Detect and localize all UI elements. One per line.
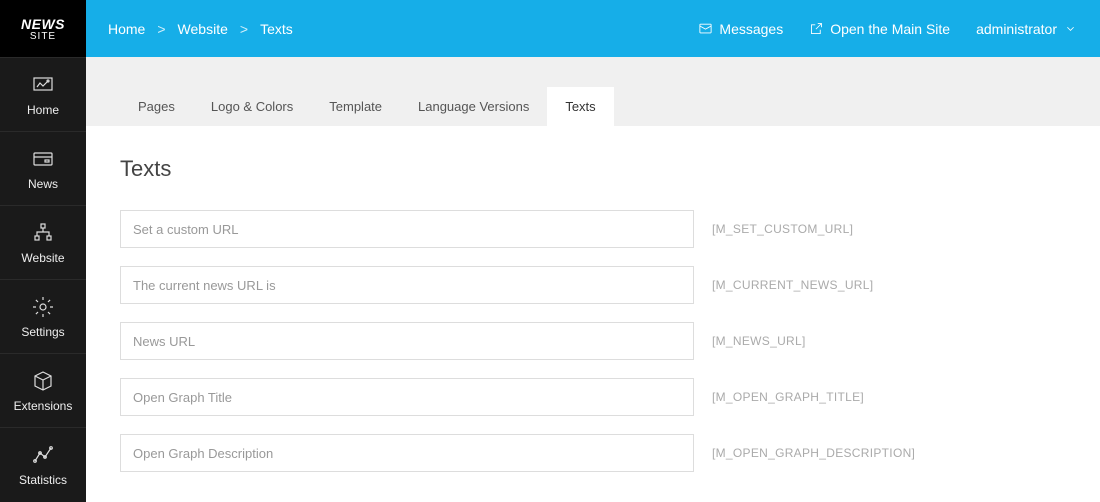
text-input-open-graph-description[interactable]: [120, 434, 694, 472]
breadcrumb-sep: >: [157, 21, 165, 37]
breadcrumb-texts[interactable]: Texts: [260, 21, 293, 37]
text-row: [M_SET_CUSTOM_URL]: [120, 210, 1066, 248]
text-hint: [M_NEWS_URL]: [712, 334, 806, 348]
sidebar-item-label: Settings: [21, 325, 64, 339]
sidebar-item-statistics[interactable]: Statistics: [0, 427, 86, 501]
user-menu[interactable]: administrator: [976, 21, 1078, 37]
text-row: [M_NEWS_URL]: [120, 322, 1066, 360]
logo-line1: NEWS: [21, 16, 65, 32]
text-hint: [M_OPEN_GRAPH_TITLE]: [712, 390, 864, 404]
sidebar-item-settings[interactable]: Settings: [0, 279, 86, 353]
texts-panel: Texts [M_SET_CUSTOM_URL] [M_CURRENT_NEWS…: [86, 126, 1100, 502]
text-row: [M_CURRENT_NEWS_URL]: [120, 266, 1066, 304]
breadcrumb-sep: >: [240, 21, 248, 37]
messages-label: Messages: [719, 21, 783, 37]
home-dashboard-icon: [31, 73, 55, 97]
text-row: [M_OPEN_GRAPH_DESCRIPTION]: [120, 434, 1066, 472]
sidebar-item-home[interactable]: Home: [0, 57, 86, 131]
sidebar-item-label: News: [28, 177, 58, 191]
tab-pages[interactable]: Pages: [120, 87, 193, 126]
sidebar: NEWS SITE Home News Website Settings Ext…: [0, 0, 86, 502]
tab-template[interactable]: Template: [311, 87, 400, 126]
panel-title: Texts: [120, 156, 1066, 182]
tab-language-versions[interactable]: Language Versions: [400, 87, 547, 126]
text-input-news-url[interactable]: [120, 322, 694, 360]
messages-link[interactable]: Messages: [698, 21, 783, 37]
sidebar-item-extensions[interactable]: Extensions: [0, 353, 86, 427]
text-input-open-graph-title[interactable]: [120, 378, 694, 416]
text-row: [M_OPEN_GRAPH_TITLE]: [120, 378, 1066, 416]
tabs: Pages Logo & Colors Template Language Ve…: [86, 57, 1100, 126]
sidebar-item-website[interactable]: Website: [0, 205, 86, 279]
chevron-down-icon: [1063, 21, 1078, 36]
statistics-icon: [31, 443, 55, 467]
logo[interactable]: NEWS SITE: [0, 0, 86, 57]
sidebar-item-news[interactable]: News: [0, 131, 86, 205]
gear-icon: [31, 295, 55, 319]
external-link-icon: [809, 21, 824, 36]
open-main-site-link[interactable]: Open the Main Site: [809, 21, 950, 37]
text-input-current-news-url[interactable]: [120, 266, 694, 304]
sitemap-icon: [31, 221, 55, 245]
text-input-set-custom-url[interactable]: [120, 210, 694, 248]
top-actions: Messages Open the Main Site administrato…: [698, 21, 1078, 37]
text-hint: [M_CURRENT_NEWS_URL]: [712, 278, 873, 292]
text-hint: [M_OPEN_GRAPH_DESCRIPTION]: [712, 446, 915, 460]
open-main-label: Open the Main Site: [830, 21, 950, 37]
tab-texts[interactable]: Texts: [547, 87, 613, 126]
logo-line2: SITE: [30, 31, 56, 42]
news-card-icon: [31, 147, 55, 171]
topbar: Home > Website > Texts Messages Open the…: [86, 0, 1100, 57]
user-label: administrator: [976, 21, 1057, 37]
message-icon: [698, 21, 713, 36]
sidebar-item-label: Website: [21, 251, 64, 265]
text-hint: [M_SET_CUSTOM_URL]: [712, 222, 853, 236]
tab-logo-colors[interactable]: Logo & Colors: [193, 87, 311, 126]
package-icon: [31, 369, 55, 393]
breadcrumb-home[interactable]: Home: [108, 21, 145, 37]
breadcrumb: Home > Website > Texts: [108, 21, 293, 37]
content-area: Pages Logo & Colors Template Language Ve…: [86, 57, 1100, 502]
sidebar-item-label: Home: [27, 103, 59, 117]
sidebar-item-label: Statistics: [19, 473, 67, 487]
main-column: Home > Website > Texts Messages Open the…: [86, 0, 1100, 502]
sidebar-item-label: Extensions: [14, 399, 73, 413]
breadcrumb-website[interactable]: Website: [178, 21, 228, 37]
